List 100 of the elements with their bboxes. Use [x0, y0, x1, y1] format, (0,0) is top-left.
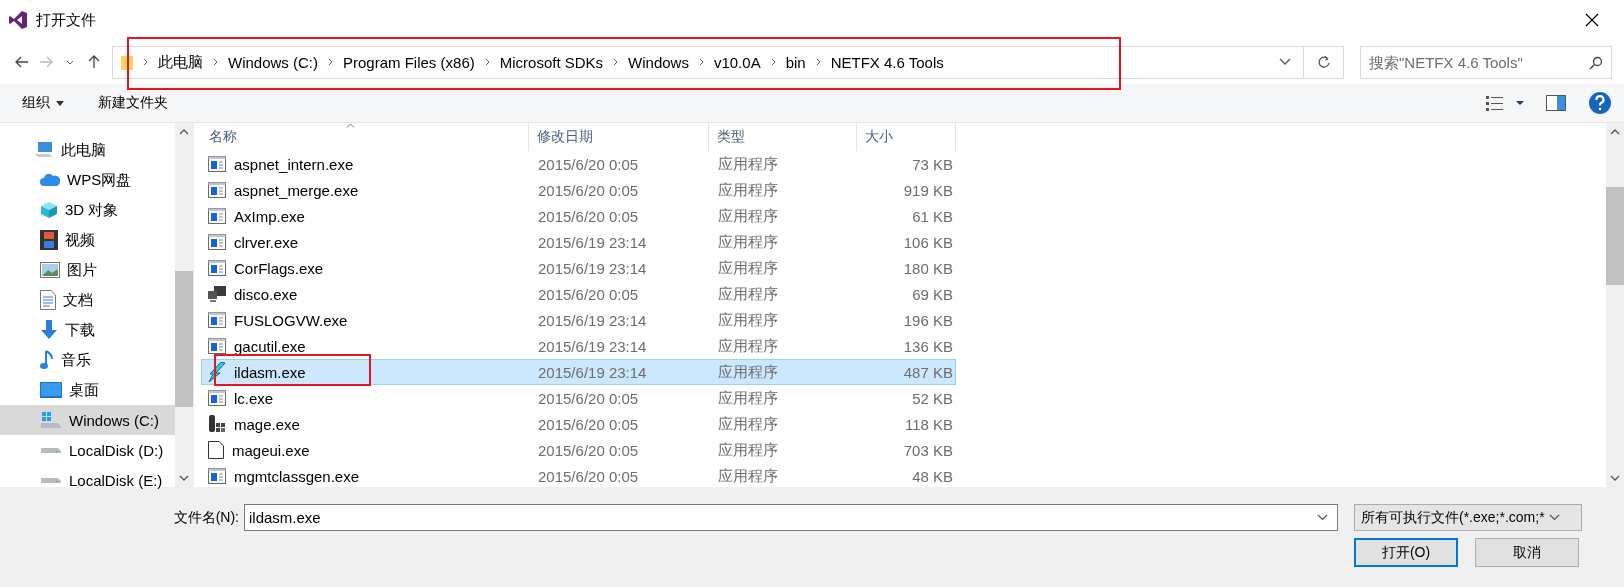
chevron-right-icon — [143, 58, 148, 66]
refresh-icon[interactable] — [1304, 45, 1344, 79]
file-size: 180 KB — [903, 259, 953, 277]
file-name: CorFlags.exe — [234, 259, 324, 277]
file-row[interactable]: mageui.exe 2015/6/20 0:05 应用程序 703 KB — [201, 437, 956, 463]
view-options-icon[interactable] — [1486, 94, 1526, 112]
column-header[interactable]: 名称 — [201, 123, 529, 151]
file-size: 487 KB — [903, 363, 953, 381]
file-type: 应用程序 — [718, 362, 778, 382]
file-type: 应用程序 — [718, 284, 778, 304]
scrollbar[interactable] — [175, 123, 193, 487]
file-row[interactable]: mage.exe 2015/6/20 0:05 应用程序 118 KB — [201, 411, 956, 437]
sidebar-item[interactable]: Windows (C:) — [0, 405, 175, 435]
help-icon[interactable] — [1588, 91, 1612, 115]
column-header[interactable]: 修改日期 — [529, 123, 709, 151]
sidebar-item[interactable]: 文档 — [0, 285, 175, 315]
sidebar-item[interactable]: LocalDisk (D:) — [0, 435, 175, 465]
file-name: aspnet_merge.exe — [234, 181, 359, 199]
modified-date: 2015/6/20 0:05 — [538, 181, 639, 199]
chevron-right-icon — [770, 58, 776, 66]
column-header[interactable]: 类型 — [709, 123, 857, 151]
scroll-up-icon[interactable] — [1610, 129, 1620, 135]
file-row[interactable]: gacutil.exe 2015/6/19 23:14 应用程序 136 KB — [201, 333, 956, 359]
new-folder-button[interactable]: 新建文件夹 — [98, 94, 168, 112]
file-row[interactable]: aspnet_merge.exe 2015/6/20 0:05 应用程序 919 KB — [201, 177, 956, 203]
modified-date: 2015/6/19 23:14 — [538, 311, 647, 329]
file-size: 136 KB — [903, 337, 953, 355]
down-arrow-icon — [40, 320, 58, 340]
file-name: mageui.exe — [232, 441, 310, 459]
file-row[interactable]: mgmtclassgen.exe 2015/6/20 0:05 应用程序 48 KB — [201, 463, 956, 489]
preview-pane-icon[interactable] — [1546, 95, 1566, 111]
search-field[interactable]: 搜索"NETFX 4.6 Tools" — [1360, 45, 1612, 79]
sidebar-item[interactable]: 音乐 — [0, 345, 175, 375]
sidebar-item[interactable]: 桌面 — [0, 375, 175, 405]
file-size: 73 KB — [912, 155, 953, 173]
cloud-icon — [40, 172, 60, 188]
dropdown-caret-icon — [1548, 514, 1560, 521]
breadcrumb-item[interactable]: 此电脑 — [158, 52, 203, 72]
breadcrumb-item[interactable]: Microsoft SDKs — [499, 53, 604, 71]
sidebar-item[interactable]: WPS网盘 — [0, 165, 175, 195]
breadcrumb-item[interactable]: v10.0A — [713, 53, 761, 71]
sidebar-item[interactable]: 图片 — [0, 255, 175, 285]
breadcrumb-item[interactable]: bin — [785, 53, 806, 71]
dialog-button[interactable]: 取消 — [1475, 538, 1579, 567]
app-logo-icon — [8, 10, 28, 30]
dropdown-caret-icon[interactable] — [1317, 514, 1328, 521]
breadcrumb-item[interactable]: Program Files (x86) — [343, 53, 475, 71]
file-row[interactable]: ildasm.exe 2015/6/19 23:14 应用程序 487 KB — [201, 359, 956, 385]
program-icon — [208, 338, 226, 354]
program-icon — [208, 208, 226, 224]
column-header[interactable]: 大小 — [857, 123, 956, 151]
tool-icon — [208, 415, 226, 433]
file-type: 应用程序 — [718, 206, 778, 226]
system-drive-icon — [40, 411, 62, 429]
file-name-field[interactable]: ildasm.exe — [244, 504, 1338, 531]
file-size: 196 KB — [903, 311, 953, 329]
scrollbar[interactable] — [1606, 123, 1624, 487]
file-row[interactable]: clrver.exe 2015/6/19 23:14 应用程序 106 KB — [201, 229, 956, 255]
sidebar-item[interactable]: 视频 — [0, 225, 175, 255]
file-name: disco.exe — [234, 285, 298, 303]
desktop-icon — [40, 382, 62, 398]
file-name: AxImp.exe — [234, 207, 305, 225]
file-type: 应用程序 — [718, 232, 778, 252]
breadcrumb-item[interactable]: Windows — [628, 53, 689, 71]
organize-menu[interactable]: 组织 — [22, 94, 64, 112]
file-type: 应用程序 — [718, 310, 778, 330]
dialog-button[interactable]: 打开(O) — [1354, 538, 1458, 567]
modified-date: 2015/6/20 0:05 — [538, 441, 639, 459]
file-row[interactable]: AxImp.exe 2015/6/20 0:05 应用程序 61 KB — [201, 203, 956, 229]
modified-date: 2015/6/20 0:05 — [538, 207, 639, 225]
address-bar[interactable]: 此电脑 Windows (C:) Program Files (x86) Microsoft SDKs Windows v10.0A bin NETFX 4.6 Tools — [112, 45, 1304, 79]
breadcrumb-item[interactable]: NETFX 4.6 Tools — [830, 53, 944, 71]
sidebar-item[interactable]: 此电脑 — [0, 135, 175, 165]
sidebar-item[interactable]: 下载 — [0, 315, 175, 345]
file-row[interactable]: aspnet_intern.exe 2015/6/20 0:05 应用程序 73 KB — [201, 151, 956, 177]
file-type-dropdown[interactable]: 所有可执行文件(*.exe;*.com;* — [1354, 504, 1582, 531]
file-size: 106 KB — [903, 233, 953, 251]
file-row[interactable]: CorFlags.exe 2015/6/19 23:14 应用程序 180 KB — [201, 255, 956, 281]
breadcrumb-item[interactable]: Windows (C:) — [228, 53, 318, 71]
chevron-right-icon — [698, 58, 704, 66]
program-icon — [208, 390, 226, 406]
program-icon — [208, 260, 226, 276]
scroll-down-icon[interactable] — [179, 475, 189, 481]
file-type: 应用程序 — [718, 388, 778, 408]
scroll-down-icon[interactable] — [1610, 475, 1620, 481]
modified-date: 2015/6/20 0:05 — [538, 155, 639, 173]
file-type: 应用程序 — [718, 414, 778, 434]
file-row[interactable]: disco.exe 2015/6/20 0:05 应用程序 69 KB — [201, 281, 956, 307]
file-type: 应用程序 — [718, 258, 778, 278]
program-icon — [208, 312, 226, 328]
file-size: 52 KB — [912, 389, 953, 407]
scroll-up-icon[interactable] — [179, 129, 189, 135]
sidebar-item[interactable]: LocalDisk (E:) — [0, 465, 175, 495]
film-icon — [40, 230, 58, 250]
file-row[interactable]: FUSLOGVW.exe 2015/6/19 23:14 应用程序 196 KB — [201, 307, 956, 333]
file-row[interactable]: lc.exe 2015/6/20 0:05 应用程序 52 KB — [201, 385, 956, 411]
dropdown-caret-icon[interactable] — [1279, 58, 1291, 66]
sidebar-item[interactable]: 3D 对象 — [0, 195, 175, 225]
file-name-label: 文件名(N): — [172, 507, 240, 527]
file-size: 118 KB — [904, 415, 953, 433]
